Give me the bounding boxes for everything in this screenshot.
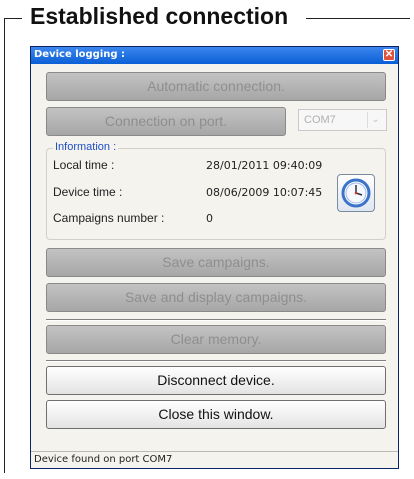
clear-memory-button[interactable]: Clear memory.	[46, 325, 386, 354]
status-text: Device found on port COM7	[34, 454, 173, 465]
chevron-down-icon[interactable]: ⌄	[367, 112, 383, 128]
save-campaigns-button[interactable]: Save campaigns.	[46, 248, 386, 277]
frame-top-left-line	[4, 18, 22, 19]
device-logging-window: Device logging : ✕ Automatic connection.…	[30, 46, 399, 469]
status-bar: Device found on port COM7	[31, 451, 398, 468]
local-time-value: 28/01/2011 09:40:09	[206, 159, 323, 172]
device-time-value: 08/06/2009 10:07:45	[206, 186, 323, 199]
port-select-value: COM7	[304, 114, 336, 126]
information-legend: Information :	[53, 141, 119, 153]
separator	[46, 319, 386, 321]
save-display-campaigns-button[interactable]: Save and display campaigns.	[46, 283, 386, 312]
device-time-label: Device time :	[53, 185, 123, 199]
close-window-button[interactable]: Close this window.	[46, 400, 386, 429]
frame-top-right-line	[306, 18, 410, 19]
annotation-title: Established connection	[30, 3, 289, 29]
local-time-label: Local time :	[53, 158, 115, 172]
connection-on-port-button[interactable]: Connection on port.	[46, 107, 286, 136]
frame-left-line	[4, 18, 5, 473]
separator	[46, 360, 386, 362]
port-select[interactable]: COM7 ⌄	[298, 109, 387, 131]
close-window-icon[interactable]: ✕	[383, 49, 395, 61]
automatic-connection-button[interactable]: Automatic connection.	[46, 72, 386, 101]
window-title: Device logging :	[34, 49, 126, 60]
campaigns-number-value: 0	[206, 212, 213, 225]
disconnect-device-button[interactable]: Disconnect device.	[46, 366, 386, 395]
title-bar[interactable]: Device logging : ✕	[31, 47, 398, 64]
sync-clock-button[interactable]	[337, 174, 375, 212]
campaigns-number-label: Campaigns number :	[53, 211, 165, 225]
clock-icon	[341, 178, 371, 208]
